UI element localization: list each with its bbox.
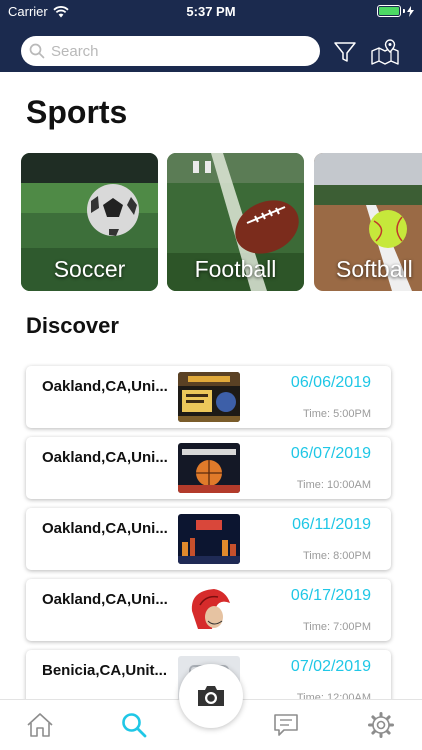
home-icon[interactable] bbox=[25, 710, 55, 740]
sports-carousel[interactable]: Soccer Football Softball bbox=[0, 153, 422, 293]
event-location: Oakland,CA,Uni... bbox=[42, 591, 168, 608]
event-row[interactable]: Oakland,CA,Uni... 06/06/2019 Time: 5:00P… bbox=[26, 366, 391, 428]
event-location: Oakland,CA,Uni... bbox=[42, 378, 168, 395]
filter-icon[interactable] bbox=[331, 38, 359, 66]
map-icon[interactable] bbox=[371, 38, 399, 66]
status-bar: Carrier 5:37 PM bbox=[0, 0, 422, 24]
event-time: Time: 7:00PM bbox=[302, 621, 371, 633]
sport-card-football[interactable]: Football bbox=[167, 153, 304, 291]
battery-indicator bbox=[377, 5, 414, 17]
event-date: 06/11/2019 bbox=[292, 516, 371, 533]
event-thumbnail bbox=[178, 372, 240, 422]
battery-icon bbox=[377, 5, 401, 17]
search-input[interactable] bbox=[51, 42, 301, 60]
event-thumbnail bbox=[178, 443, 240, 493]
search-bar[interactable] bbox=[21, 36, 320, 66]
event-thumbnail bbox=[178, 585, 240, 635]
sport-card-label: Football bbox=[194, 256, 277, 282]
event-date: 06/17/2019 bbox=[290, 587, 371, 604]
search-icon[interactable] bbox=[119, 710, 149, 740]
event-date: 06/07/2019 bbox=[290, 445, 371, 462]
settings-icon[interactable] bbox=[366, 710, 396, 740]
page-title: Sports bbox=[26, 94, 128, 130]
event-row[interactable]: Oakland,CA,Uni... 06/11/2019 Time: 8:00P… bbox=[26, 508, 391, 570]
search-icon bbox=[29, 43, 45, 59]
charging-bolt-icon bbox=[407, 5, 414, 17]
sport-card-label: Soccer bbox=[53, 256, 126, 282]
events-list[interactable]: Oakland,CA,Uni... 06/06/2019 Time: 5:00P… bbox=[0, 363, 422, 703]
event-location: Oakland,CA,Uni... bbox=[42, 520, 168, 537]
event-row[interactable]: Oakland,CA,Uni... 06/07/2019 Time: 10:00… bbox=[26, 437, 391, 499]
event-date: 07/02/2019 bbox=[290, 658, 371, 675]
status-time: 5:37 PM bbox=[186, 4, 236, 19]
event-time: Time: 5:00PM bbox=[302, 408, 371, 420]
event-time: Time: 8:00PM bbox=[302, 550, 371, 562]
sport-card-label: Softball bbox=[336, 256, 413, 282]
sport-card-softball[interactable]: Softball bbox=[314, 153, 422, 291]
camera-icon bbox=[198, 686, 224, 706]
sport-card-soccer[interactable]: Soccer bbox=[21, 153, 158, 291]
event-location: Oakland,CA,Uni... bbox=[42, 449, 168, 466]
header: Carrier 5:37 PM bbox=[0, 0, 422, 72]
event-date: 06/06/2019 bbox=[290, 374, 371, 391]
app-screen: Carrier 5:37 PM Search Sports Soccer Foo… bbox=[0, 0, 422, 750]
event-location: Benicia,CA,Unit... bbox=[42, 662, 168, 679]
chat-icon[interactable] bbox=[271, 710, 301, 740]
discover-title: Discover bbox=[26, 313, 119, 338]
event-time: Time: 10:00AM bbox=[296, 479, 371, 491]
camera-button[interactable] bbox=[179, 664, 243, 728]
event-row[interactable]: Oakland,CA,Uni... 06/17/2019 Time: 7:00P… bbox=[26, 579, 391, 641]
event-thumbnail bbox=[178, 514, 240, 564]
